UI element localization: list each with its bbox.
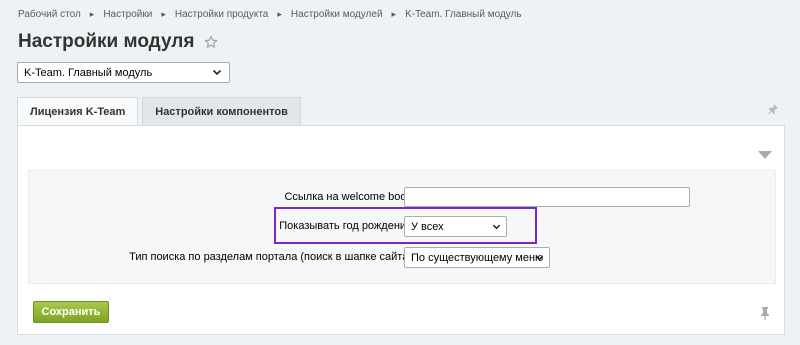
tab-component-settings[interactable]: Настройки компонентов	[142, 97, 301, 125]
birth-year-select[interactable]: У всех	[404, 216, 507, 237]
welcome-book-input[interactable]	[404, 187, 690, 207]
breadcrumb-separator: ▸	[277, 9, 282, 19]
pin-icon[interactable]	[760, 306, 770, 320]
breadcrumb-item-settings[interactable]: Настройки	[103, 9, 152, 20]
page-title: Настройки модуля	[18, 31, 195, 52]
birth-year-label: Показывать год рождения	[279, 220, 412, 232]
star-icon[interactable]	[204, 35, 218, 49]
pin-icon[interactable]	[767, 102, 779, 115]
module-select[interactable]: K-Team. Главный модуль	[17, 62, 230, 83]
collapse-triangle-icon[interactable]	[758, 146, 772, 159]
settings-form: Ссылка на welcome book Показывать год ро…	[28, 170, 776, 284]
search-type-select[interactable]: По существующему меню	[404, 247, 550, 268]
breadcrumb-separator: ▸	[391, 9, 397, 19]
module-select-value: K-Team. Главный модуль	[24, 66, 153, 79]
search-type-label: Тип поиска по разделам портала (поиск в …	[129, 251, 412, 263]
tab-bar: Лицензия K-Team Настройки компонентов	[17, 97, 301, 125]
breadcrumb-item-module-settings[interactable]: Настройки модулей	[291, 9, 383, 20]
settings-panel: Ссылка на welcome book Показывать год ро…	[17, 125, 785, 335]
breadcrumb-item-current-module[interactable]: K-Team. Главный модуль	[405, 9, 522, 20]
tab-license[interactable]: Лицензия K-Team	[17, 97, 139, 125]
title-row: Настройки модуля	[18, 31, 218, 53]
search-type-select-value: По существующему меню	[411, 251, 544, 264]
breadcrumb-item-product-settings[interactable]: Настройки продукта	[175, 9, 268, 20]
form-row-search-type: Тип поиска по разделам портала (поиск в …	[29, 247, 775, 271]
breadcrumb: Рабочий стол ▸ Настройки ▸ Настройки про…	[18, 9, 522, 20]
chevron-down-icon	[535, 253, 544, 262]
form-row-birth-year: Показывать год рождения У всех	[29, 216, 775, 240]
welcome-book-label: Ссылка на welcome book	[284, 191, 412, 203]
save-button[interactable]: Сохранить	[33, 301, 109, 323]
form-row-welcome-book: Ссылка на welcome book	[29, 187, 775, 211]
chevron-down-icon	[492, 222, 501, 231]
breadcrumb-separator: ▸	[161, 9, 166, 19]
breadcrumb-item-desktop[interactable]: Рабочий стол	[18, 9, 81, 20]
birth-year-select-value: У всех	[411, 220, 444, 233]
chevron-down-icon	[212, 67, 222, 77]
breadcrumb-separator: ▸	[89, 9, 95, 19]
